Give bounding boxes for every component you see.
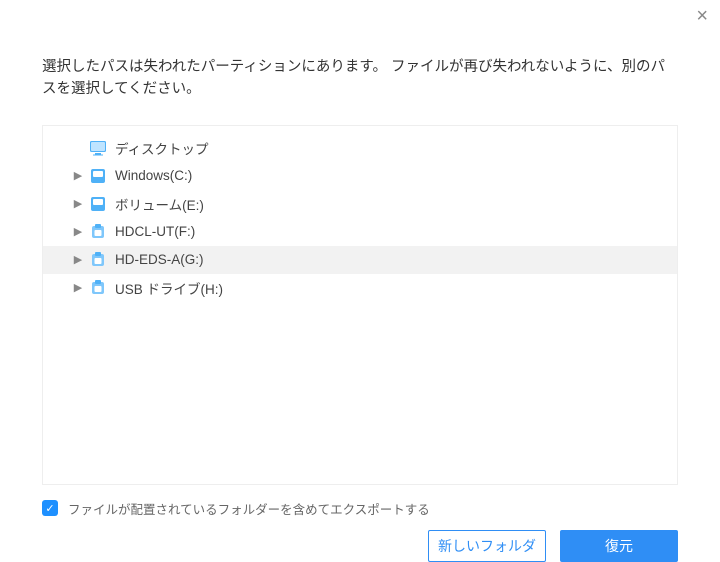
check-icon: ✓ [42, 500, 58, 516]
expand-arrow-icon[interactable]: ▶ [71, 253, 85, 266]
restore-button[interactable]: 復元 [560, 530, 678, 562]
warning-message: 選択したパスは失われたパーティションにあります。 ファイルが再び失われないように… [42, 56, 678, 101]
tree-item[interactable]: ▶ Windows(C:) [43, 162, 677, 190]
tree-item[interactable]: ▶ ボリューム(E:) [43, 190, 677, 218]
tree-item[interactable]: ▶ HD-EDS-A(G:) [43, 246, 677, 274]
tree-item-label: USB ドライブ(H:) [115, 278, 223, 298]
expand-arrow-icon[interactable]: ▶ [71, 197, 85, 210]
path-tree[interactable]: ▶ディスクトップ▶Windows(C:)▶ボリューム(E:)▶HDCL-UT(F… [42, 125, 678, 485]
expand-arrow-icon[interactable]: ▶ [71, 169, 85, 182]
tree-item-label: Windows(C:) [115, 168, 192, 183]
drive-usb-icon [89, 280, 107, 296]
tree-item-label: HD-EDS-A(G:) [115, 252, 204, 267]
drive-blue-icon [89, 168, 107, 184]
tree-item-label: ボリューム(E:) [115, 194, 204, 214]
checkbox-label: ファイルが配置されているフォルダーを含めてエクスポートする [68, 499, 430, 518]
tree-item-label: HDCL-UT(F:) [115, 224, 195, 239]
drive-usb-icon [89, 252, 107, 268]
tree-item[interactable]: ▶ディスクトップ [43, 134, 677, 162]
expand-arrow-icon[interactable]: ▶ [71, 281, 85, 294]
drive-blue-icon [89, 196, 107, 212]
close-button[interactable]: × [696, 6, 708, 26]
desktop-icon [89, 140, 107, 156]
tree-item[interactable]: ▶ HDCL-UT(F:) [43, 218, 677, 246]
include-folders-checkbox[interactable]: ✓ ファイルが配置されているフォルダーを含めてエクスポートする [42, 499, 430, 518]
tree-item[interactable]: ▶ USB ドライブ(H:) [43, 274, 677, 302]
tree-item-label: ディスクトップ [115, 138, 209, 158]
expand-arrow-icon[interactable]: ▶ [71, 225, 85, 238]
new-folder-button[interactable]: 新しいフォルダ [428, 530, 546, 562]
drive-usb-icon [89, 224, 107, 240]
